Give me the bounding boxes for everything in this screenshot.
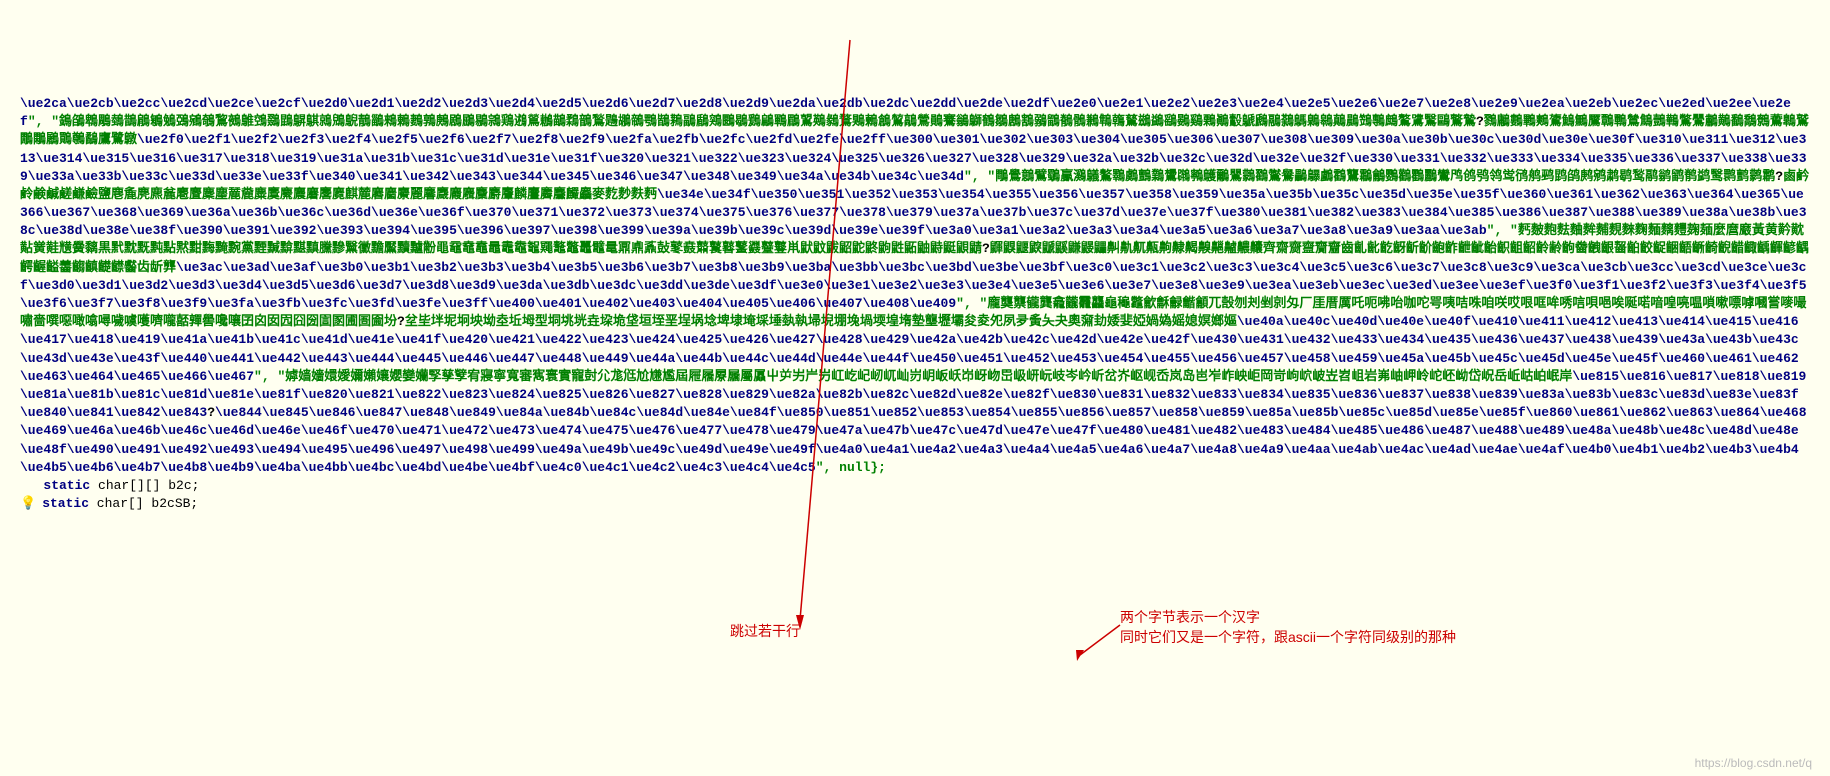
unknown-char: ? [397,314,405,329]
unknown-char: ? [1476,114,1484,129]
unknown-char: ? [982,241,990,256]
keyword-static: static [42,496,89,511]
string-separator: ", " [964,169,995,184]
decl-b2csb: char[] b2cSB; [89,496,198,511]
decl-b2c: char[][] b2c; [90,478,199,493]
annotation-two-byte-1: 两个字节表示一个汉字 [1120,608,1260,628]
escape-sequence: \ue844\ue845\ue846\ue847\ue848\ue849\ue8… [20,405,1807,475]
annotation-two-byte-2: 同时它们又是一个字符，跟ascii一个字符同级别的那种 [1120,628,1456,648]
string-separator: ", " [254,369,285,384]
bulb-icon[interactable]: 💡 [20,496,36,511]
cjk-literal: 嫭嫱嬙嬛嬡嬭嬾孃孆孌孏孯孳孼宥寢寧寬審寯寰實寵尌尣尨尩尬尲尷屆屜屩屪屫屬屭屮屰屴… [285,369,1572,384]
string-separator: ", " [1487,223,1518,238]
annotation-arrow-1 [800,40,860,640]
cjk-literal: 鵭鵮鵯鵰鵱鵲鵳鵴鵵鵶鵷鵸鵹鵺鵻鵼鵽鵾鵿鶀鶁鶂鶃鶄鶅鶆鶇鶈鶉鶊鶋鶌鶍鶎鶏鶐鶑鶒鶓鶔… [59,114,1476,129]
annotation-skip-lines: 跳过若干行 [730,622,800,642]
unknown-char: ? [207,405,215,420]
keyword-static: static [43,478,90,493]
string-separator: ", " [28,114,59,129]
string-separator: ", " [956,296,987,311]
unknown-char: ? [1775,169,1783,184]
code-block: \ue2ca\ue2cb\ue2cc\ue2cd\ue2ce\ue2cf\ue2… [20,77,1810,514]
watermark: https://blog.csdn.net/q [1695,755,1812,772]
cjk-literal: 鷼鷽鷾鷿鸀鸁鸂鸃鸄鸅鸆鸇鸈鸉鸊鸋鸌鸍鸎鸏鸐鸑鸒鸓鸔鸕鸖鸗鸘鸙鸚鸛鸜鸝鸞鸤鸧鸮鸰鸴… [995,169,1775,184]
